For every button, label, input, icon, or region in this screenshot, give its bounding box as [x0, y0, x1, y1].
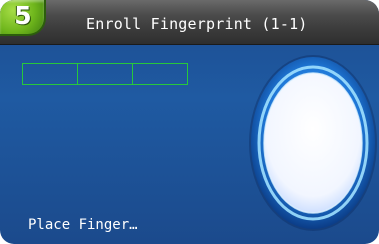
enroll-screen: Enroll Fingerprint (1-1) 5 Place Finger…: [0, 0, 379, 244]
enroll-progress-bar: [22, 63, 188, 85]
progress-segment-1: [23, 64, 78, 84]
status-message: Place Finger…: [28, 217, 138, 233]
progress-segment-2: [78, 64, 133, 84]
fingerprint-oval-icon: [249, 55, 377, 231]
title-bar: Enroll Fingerprint (1-1): [0, 0, 379, 45]
step-badge: 5: [0, 0, 46, 36]
screen-title: Enroll Fingerprint (1-1): [86, 15, 308, 33]
step-number: 5: [14, 1, 32, 30]
progress-segment-3: [133, 64, 187, 84]
